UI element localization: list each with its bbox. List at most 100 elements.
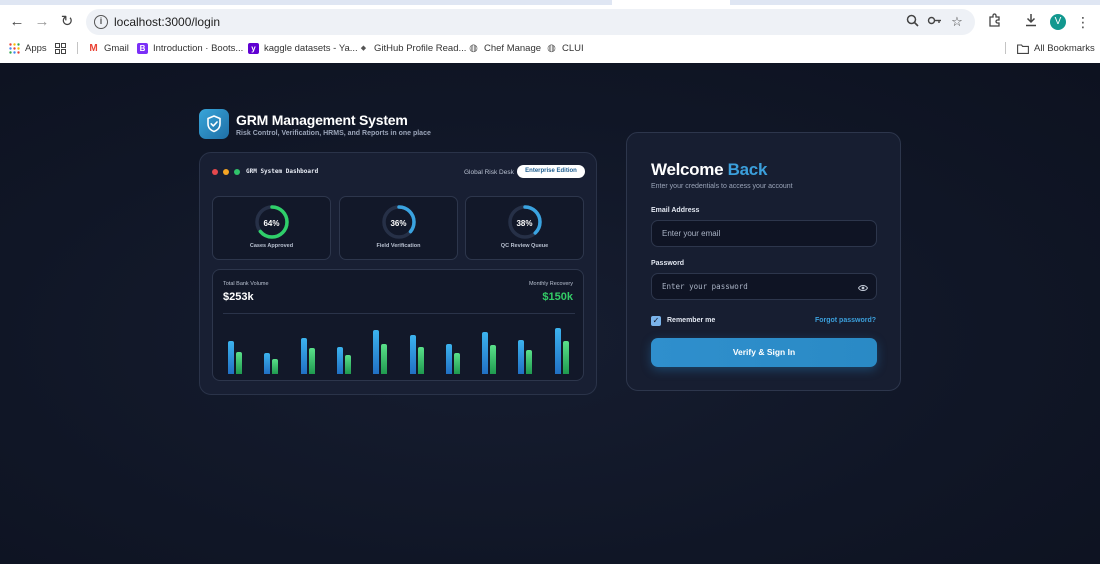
bookmark-label: Introduction · Boots... [153,43,244,54]
browser-toolbar: ← → ↻ i localhost:3000/login ☆ V ⋮ [0,8,1100,36]
apps-grid-icon [9,43,20,54]
volume-value: $253k [223,291,254,303]
kpi-label: Field Verification [376,243,421,249]
zoom-icon[interactable] [904,14,920,30]
bookmark-label: Apps [25,43,47,54]
brand-subtitle: Risk Control, Verification, HRMS, and Re… [236,130,431,137]
bookmark-bootstrap[interactable]: B Introduction · Boots... [137,41,243,56]
bootstrap-icon: B [137,43,148,54]
edition-badge: Enterprise Edition [517,165,585,178]
kpi-percent: 64% [263,219,280,228]
forgot-password-link[interactable]: Forgot password? [815,317,876,324]
volume-panel: Total Bank Volume $253k Monthly Recovery… [212,269,584,381]
bar-volume [336,346,343,374]
download-icon[interactable] [1022,13,1040,31]
brand-title: GRM Management System [236,112,408,128]
panel-divider [223,313,575,314]
shield-check-icon [199,109,229,139]
login-card: Welcome Back Enter your credentials to a… [626,132,901,391]
bookmark-label: GitHub Profile Read... [374,43,467,54]
bar-volume [518,339,525,374]
recovery-value: $150k [542,291,573,303]
kpi-qc-review-queue: 38% QC Review Queue [465,196,584,260]
bar-recovery [272,359,279,374]
github-icon: ◆ [358,43,369,54]
kpi-percent: 36% [390,219,407,228]
sign-in-button[interactable]: Verify & Sign In [651,338,877,367]
bookmark-separator [77,42,78,54]
bookmark-chef-manage[interactable]: ◍ Chef Manage [468,41,541,56]
dashboard-title: GRM System Dashboard [246,168,319,175]
bar-volume [228,341,234,374]
bar-recovery [344,354,351,374]
folder-icon [1017,43,1029,54]
kpi-label: QC Review Queue [500,243,549,249]
bookmark-gmail[interactable]: M Gmail [88,41,129,56]
bookmark-label: CLUI [562,43,584,54]
bar-recovery [490,345,497,374]
url-text[interactable]: localhost:3000/login [114,15,220,29]
active-tab[interactable] [612,0,730,5]
bookmark-label: kaggle datasets - Ya... [264,43,358,54]
dashboard-preview: GRM System Dashboard Global Risk Desk En… [199,152,597,395]
bar-volume [300,338,307,374]
bookmark-separator [1005,42,1006,54]
extensions-icon[interactable] [985,13,1003,31]
bar-recovery [381,343,388,374]
bar-recovery [526,350,533,374]
window-dot-green [234,169,240,175]
kpi-cases-approved: 64% Cases Approved [212,196,331,260]
profile-avatar[interactable]: V [1050,14,1066,30]
bar-recovery [453,353,460,374]
bar-volume [482,332,489,374]
browser-chrome: ← → ↻ i localhost:3000/login ☆ V ⋮ Apps … [0,0,1100,63]
bookmark-github[interactable]: ◆ GitHub Profile Read... [358,41,466,56]
bar-recovery [236,351,242,374]
all-bookmarks[interactable]: All Bookmarks [1017,41,1095,56]
menu-kebab-icon[interactable]: ⋮ [1074,13,1092,31]
bookmark-tab-groups[interactable] [55,41,66,56]
bookmark-kaggle[interactable]: y kaggle datasets - Ya... [248,41,358,56]
tab-strip [0,0,1100,5]
window-dot-red [212,169,218,175]
bookmark-apps[interactable]: Apps [9,41,47,56]
yahoo-icon: y [248,43,259,54]
recovery-label: Monthly Recovery [528,281,573,287]
remember-checkbox[interactable]: ✓ [651,316,661,326]
window-dot-yellow [223,169,229,175]
gmail-icon: M [88,43,99,54]
site-info-icon[interactable]: i [94,15,108,29]
email-input[interactable] [651,220,877,247]
window-dots [212,169,240,175]
forward-icon[interactable]: → [31,11,53,33]
bar-volume [373,329,380,374]
bookmarks-bar: Apps M Gmail B Introduction · Boots... y… [0,38,1100,58]
tab-groups-icon [55,43,66,54]
bookmark-label: Gmail [104,43,129,54]
password-label: Password [651,260,685,267]
bookmark-label: Chef Manage [484,43,542,54]
reload-icon[interactable]: ↻ [56,11,78,33]
password-key-icon[interactable] [926,14,942,30]
volume-label: Total Bank Volume [223,281,269,287]
all-bookmarks-label: All Bookmarks [1034,43,1095,54]
welcome-heading: Welcome Back [651,160,767,180]
bar-recovery [417,346,424,374]
risk-desk-label: Global Risk Desk [464,169,514,176]
remember-label[interactable]: Remember me [667,317,715,324]
globe-icon: ◍ [546,43,557,54]
bar-volume [445,343,452,374]
address-bar[interactable]: i localhost:3000/login ☆ [86,9,975,35]
kpi-percent: 38% [516,219,533,228]
bookmark-star-icon[interactable]: ☆ [949,14,965,30]
back-icon[interactable]: ← [6,11,28,33]
globe-icon: ◍ [468,43,479,54]
bookmark-clui[interactable]: ◍ CLUI [546,41,584,56]
password-input[interactable] [651,273,877,300]
welcome-text: Welcome [651,160,724,179]
bar-volume [409,334,416,374]
bar-volume [554,327,561,374]
bar-volume [264,353,271,374]
bar-recovery [562,341,569,374]
eye-icon[interactable] [857,284,869,294]
